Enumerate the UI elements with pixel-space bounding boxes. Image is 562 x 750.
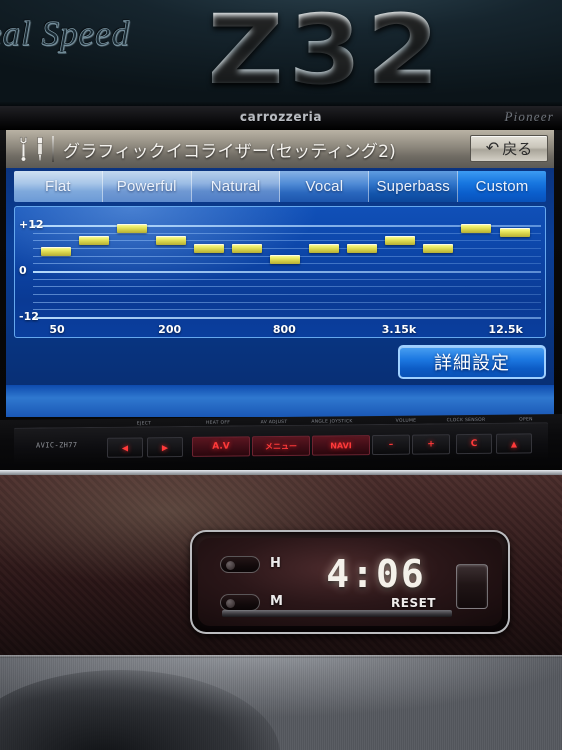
equalizer-graph[interactable]: +12 0 -12 50 200 800 3.15k 12.5k <box>14 206 546 338</box>
clock-time-display: 4:06 <box>326 552 426 596</box>
faceplate: AVIC-ZH77 EJECT HEAT OFF AV ADJUST ANGLE JO… <box>0 414 562 474</box>
head-unit: carrozzeria Pioneer グラフィックイコライザー(セッティング2… <box>0 106 562 474</box>
minute-label: M <box>270 594 283 609</box>
av-button[interactable]: A.V <box>192 436 250 457</box>
back-button-label: 戻る <box>502 140 533 158</box>
tab-powerful[interactable]: Powerful <box>102 171 192 202</box>
gridline <box>33 248 541 249</box>
eq-band-slider[interactable] <box>41 247 71 257</box>
gridline <box>33 309 541 311</box>
y-axis-label: 0 <box>19 264 27 277</box>
volume-down-button-label: – <box>388 439 394 450</box>
pioneer-logo: Pioneer <box>504 109 554 124</box>
screen-title-bar: グラフィックイコライザー(セッティング2) ↶ 戻る <box>6 130 554 168</box>
title-divider <box>52 136 54 162</box>
dashboard-lower <box>0 655 562 750</box>
tab-flat[interactable]: Flat <box>14 171 103 202</box>
eq-band-slider[interactable] <box>384 235 415 245</box>
z32-badge: Z32 <box>207 0 444 106</box>
track-prev-button[interactable]: ◀ <box>107 437 143 458</box>
track-next-button-label: ▶ <box>161 442 169 452</box>
tab-superbass[interactable]: Superbass <box>369 171 459 202</box>
detail-settings-label: 詳細設定 <box>434 353 510 374</box>
x-axis-label: 200 <box>158 323 182 336</box>
track-next-button[interactable]: ▶ <box>147 437 183 458</box>
eject-button[interactable]: ▲ <box>496 433 532 454</box>
gridline <box>33 286 541 288</box>
x-axis-label: 800 <box>272 323 296 336</box>
volume-up-button-label: + <box>427 439 435 450</box>
hour-label: H <box>270 556 281 571</box>
page-title: グラフィックイコライザー(セッティング2) <box>63 141 396 162</box>
faceplate-micro-label: CLOCK SENSOR <box>446 417 486 424</box>
eq-band-slider[interactable] <box>117 224 148 234</box>
x-axis-label: 50 <box>49 323 65 336</box>
eq-band-slider[interactable] <box>193 243 224 253</box>
carrozzeria-logo: carrozzeria <box>239 110 323 124</box>
clock-face: H M 4:06 RESET <box>198 538 502 626</box>
preset-tab-bar: Flat Powerful Natural Vocal Superbass Cu… <box>14 171 546 202</box>
menu-button[interactable]: メニュー <box>252 435 310 457</box>
faceplate-micro-label: AV ADJUST <box>260 419 288 426</box>
model-code: AVIC-ZH77 <box>36 441 78 450</box>
clock-module: H M 4:06 RESET <box>190 530 510 634</box>
eq-band-slider[interactable] <box>423 243 454 253</box>
faceplate-micro-label: HEAT OFF <box>205 420 231 426</box>
brand-strip: carrozzeria Pioneer <box>0 106 562 130</box>
back-arrow-icon: ↶ <box>485 139 500 157</box>
gridline <box>33 271 541 273</box>
gridline <box>33 240 541 242</box>
eq-band-slider[interactable] <box>79 235 110 245</box>
title-icon-group <box>16 136 46 162</box>
vehicle-trunk-panel: eal Speed Z32 <box>0 0 562 112</box>
console-trim-slot <box>222 610 452 617</box>
x-axis-label: 3.15k <box>381 323 417 336</box>
x-axis-label: 12.5k <box>488 323 523 336</box>
eq-band-slider[interactable] <box>499 228 530 238</box>
y-axis-label: -12 <box>19 310 39 323</box>
tab-custom[interactable]: Custom <box>458 171 546 202</box>
eq-band-slider[interactable] <box>461 224 492 234</box>
menu-button-label: メニュー <box>265 441 297 451</box>
screwdriver-icon <box>37 137 43 161</box>
faceplate-micro-label: EJECT <box>136 421 152 427</box>
real-speed-decal: eal Speed <box>0 14 131 54</box>
eq-band-slider[interactable] <box>232 243 263 253</box>
hour-adjust-button[interactable] <box>220 556 260 573</box>
gridline <box>33 278 541 280</box>
eject-button-label: ▲ <box>510 439 518 449</box>
navi-button[interactable]: NAVI <box>312 435 370 456</box>
reset-label: RESET <box>391 596 436 610</box>
lcd-screen: グラフィックイコライザー(セッティング2) ↶ 戻る Flat Powerful… <box>6 130 554 417</box>
eq-band-slider[interactable] <box>155 235 186 245</box>
eq-band-slider[interactable] <box>308 243 339 253</box>
volume-up-button[interactable]: + <box>412 434 450 455</box>
track-prev-button-label: ◀ <box>121 443 129 453</box>
gridline <box>33 294 541 295</box>
faceplate-micro-label: ANGLE JOYSTICK <box>311 419 353 425</box>
eq-band-slider[interactable] <box>270 255 301 264</box>
eq-band-slider[interactable] <box>346 243 377 253</box>
tab-natural[interactable]: Natural <box>191 171 281 202</box>
clock-button[interactable]: C <box>456 433 492 455</box>
wrench-icon <box>19 136 28 162</box>
clock-button-label: C <box>470 438 478 450</box>
faceplate-inner: AVIC-ZH77 EJECT HEAT OFF AV ADJUST ANGLE JO… <box>14 417 548 466</box>
minute-adjust-button[interactable] <box>220 594 260 611</box>
tab-vocal[interactable]: Vocal <box>280 171 370 202</box>
faceplate-micro-label: OPEN <box>519 417 533 423</box>
screenshot-root: eal Speed Z32 carrozzeria Pioneer グラフィック… <box>0 0 562 750</box>
reset-button[interactable] <box>456 564 488 609</box>
volume-down-button[interactable]: – <box>372 434 410 456</box>
gridline <box>33 301 541 303</box>
navi-button-label: NAVI <box>330 440 352 450</box>
faceplate-micro-label: VOLUME <box>395 418 417 424</box>
detail-settings-button[interactable]: 詳細設定 <box>398 345 546 379</box>
av-button-label: A.V <box>212 441 230 452</box>
screen-bottom-glow <box>6 385 554 417</box>
back-button[interactable]: ↶ 戻る <box>470 135 548 162</box>
gridline <box>33 317 541 319</box>
y-axis-label: +12 <box>19 218 44 231</box>
